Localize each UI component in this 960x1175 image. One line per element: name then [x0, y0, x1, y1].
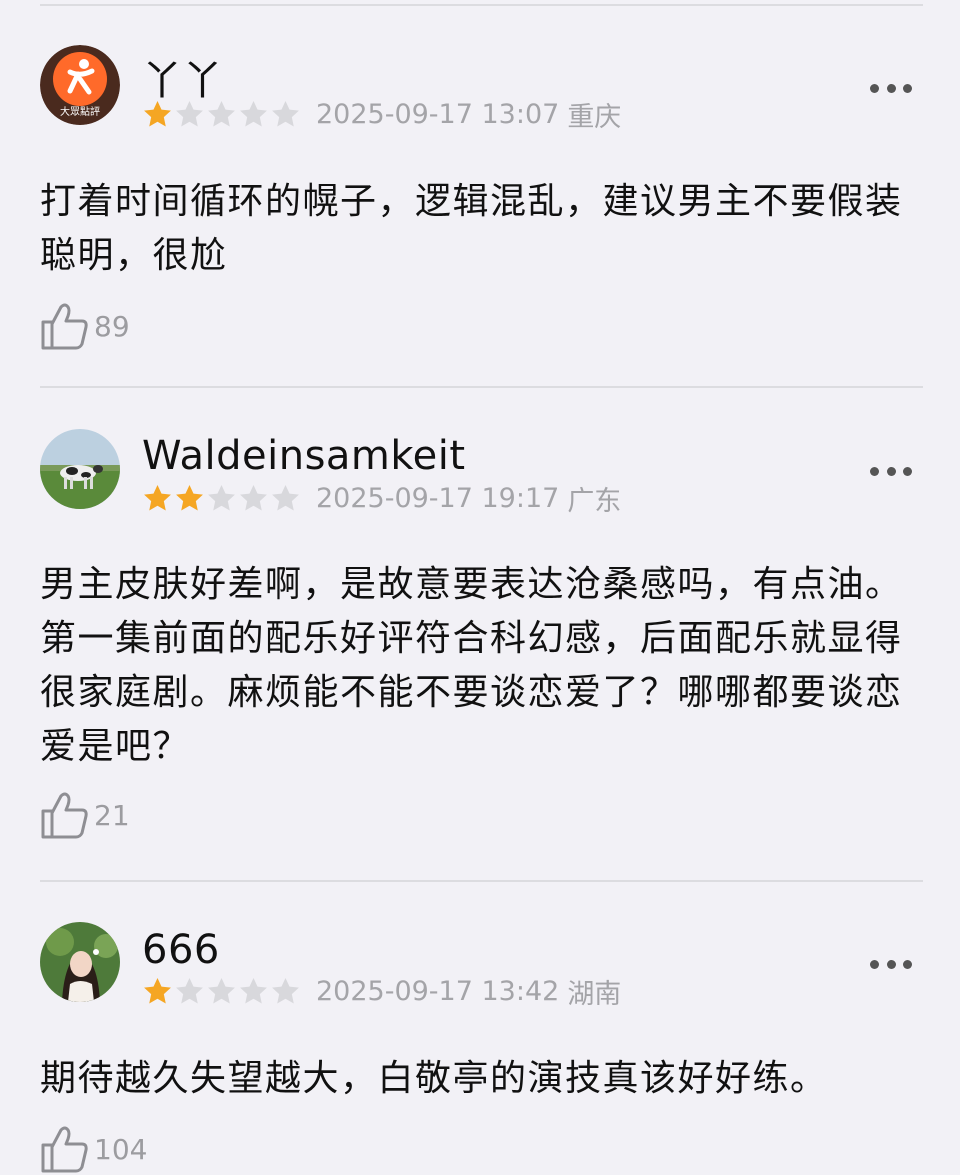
star-empty-icon: [272, 484, 299, 511]
review-meta: 2025-09-17 13:07 重庆: [142, 97, 622, 133]
star-empty-icon: [176, 977, 203, 1004]
like-count: 104: [94, 1132, 148, 1166]
username[interactable]: 666: [142, 927, 220, 973]
top-divider: [40, 4, 923, 6]
review-text: 男主皮肤好差啊，是故意要表达沧桑感吗，有点油。第一集前面的配乐好评符合科幻感，后…: [40, 564, 903, 767]
star-empty-icon: [176, 100, 203, 127]
like-button[interactable]: 21: [40, 789, 130, 841]
thumbs-up-icon: [41, 1126, 88, 1173]
star-empty-icon: [208, 484, 235, 511]
star-empty-icon: [208, 977, 235, 1004]
star-empty-icon: [240, 484, 267, 511]
star-rating: [142, 99, 302, 130]
dianping-logo-icon: 大眾點評: [40, 45, 120, 125]
like-button[interactable]: 89: [40, 300, 130, 352]
star-empty-icon: [272, 100, 299, 127]
avatar[interactable]: [40, 429, 120, 509]
review-date: 2025-09-17 19:17: [316, 482, 560, 514]
avatar[interactable]: [40, 922, 120, 1002]
avatar[interactable]: 大眾點評: [40, 45, 120, 125]
review-meta: 2025-09-17 19:17 广东: [142, 481, 622, 517]
star-filled-icon: [144, 484, 171, 511]
more-options-button[interactable]: [870, 82, 912, 94]
divider: [40, 880, 923, 882]
review-text: 打着时间循环的幌子，逻辑混乱，建议男主不要假装聪明，很尬: [40, 181, 903, 276]
like-button[interactable]: 104: [40, 1123, 147, 1175]
review-date: 2025-09-17 13:07: [316, 98, 560, 130]
more-options-button[interactable]: [870, 465, 912, 477]
star-rating: [142, 976, 302, 1007]
review-region: 重庆: [567, 101, 622, 133]
star-empty-icon: [240, 977, 267, 1004]
review-date: 2025-09-17 13:42: [316, 975, 560, 1007]
more-options-button[interactable]: [870, 958, 912, 970]
like-count: 21: [94, 798, 130, 832]
star-filled-icon: [176, 484, 203, 511]
review-meta: 2025-09-17 13:42 湖南: [142, 974, 622, 1010]
star-filled-icon: [144, 100, 171, 127]
star-empty-icon: [272, 977, 299, 1004]
thumbs-up-icon: [41, 303, 88, 350]
review-text: 期待越久失望越大，白敬亭的演技真该好好练。: [40, 1058, 828, 1099]
girl-photo-avatar: [40, 922, 120, 1002]
star-empty-icon: [240, 100, 267, 127]
divider: [40, 386, 923, 388]
star-filled-icon: [144, 977, 171, 1004]
star-empty-icon: [208, 100, 235, 127]
review-region: 广东: [567, 485, 622, 517]
star-rating: [142, 483, 302, 514]
cow-photo-avatar: [40, 429, 120, 509]
like-count: 89: [94, 309, 130, 343]
thumbs-up-icon: [41, 792, 88, 839]
review-region: 湖南: [567, 978, 622, 1010]
svg-text:大眾點評: 大眾點評: [60, 105, 100, 118]
username[interactable]: Waldeinsamkeit: [142, 433, 466, 479]
